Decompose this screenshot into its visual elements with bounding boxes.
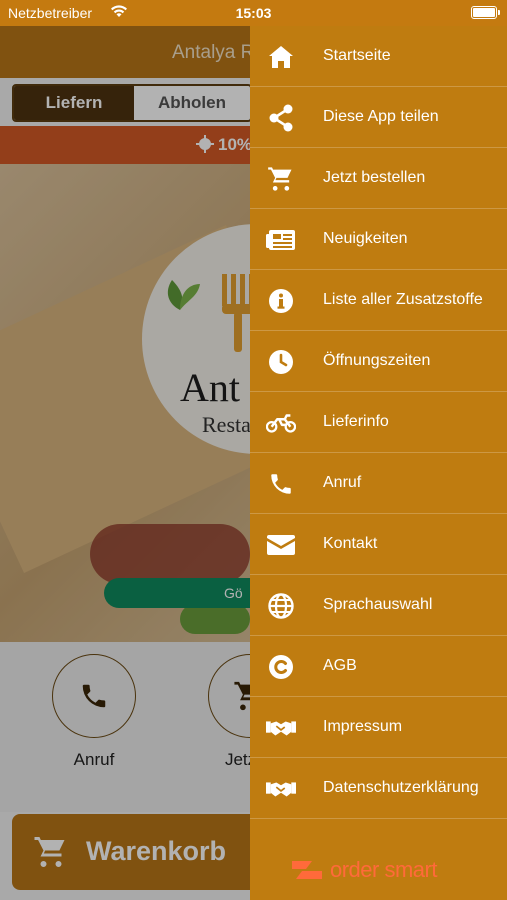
- order-smart-logo: order smart: [290, 854, 437, 886]
- info-icon: [266, 286, 296, 316]
- handshake-icon: [266, 774, 296, 804]
- order-smart-mark-icon: [292, 861, 322, 879]
- side-drawer: Startseite Diese App teilen Jetzt bestel…: [250, 26, 507, 900]
- menu-item-label: Datenschutzerklärung: [323, 779, 479, 796]
- menu-item-oeffnungszeiten[interactable]: Öffnungszeiten: [250, 331, 507, 392]
- clock-time: 15:03: [235, 5, 272, 21]
- menu-item-zusatzstoffe[interactable]: Liste aller Zusatzstoffe: [250, 270, 507, 331]
- globe-icon: [266, 591, 296, 621]
- menu-item-label: Sprachauswahl: [323, 596, 433, 613]
- brand-name: order smart: [330, 857, 437, 882]
- battery-icon: [471, 6, 500, 19]
- menu-item-datenschutz[interactable]: Datenschutzerklärung: [250, 758, 507, 819]
- menu-item-label: Liste aller Zusatzstoffe: [323, 291, 483, 308]
- menu-item-label: Startseite: [323, 47, 391, 64]
- share-icon: [266, 103, 296, 133]
- envelope-icon: [266, 530, 296, 560]
- menu-item-label: Impressum: [323, 718, 403, 735]
- cart-icon: [266, 164, 296, 194]
- menu-item-label: Neuigkeiten: [323, 230, 408, 247]
- menu-item-kontakt[interactable]: Kontakt: [250, 514, 507, 575]
- menu-item-neuigkeiten[interactable]: Neuigkeiten: [250, 209, 507, 270]
- menu-item-agb[interactable]: AGB: [250, 636, 507, 697]
- menu-item-lieferinfo[interactable]: Lieferinfo: [250, 392, 507, 453]
- menu-item-label: Lieferinfo: [323, 413, 389, 430]
- menu-item-label: Jetzt bestellen: [323, 169, 426, 186]
- phone-icon: [266, 469, 296, 499]
- menu-item-label: Kontakt: [323, 535, 378, 552]
- newspaper-icon: [266, 225, 296, 255]
- menu-item-label: Öffnungszeiten: [323, 352, 431, 369]
- menu-item-anruf[interactable]: Anruf: [250, 453, 507, 514]
- menu-item-bestellen[interactable]: Jetzt bestellen: [250, 148, 507, 209]
- menu-item-impressum[interactable]: Impressum: [250, 697, 507, 758]
- menu-item-label: Diese App teilen: [323, 108, 439, 125]
- menu-item-startseite[interactable]: Startseite: [250, 26, 507, 87]
- status-bar: Netzbetreiber 15:03: [0, 0, 507, 26]
- menu-item-label: AGB: [323, 657, 357, 674]
- menu-item-label: Anruf: [323, 474, 362, 491]
- menu-item-sprachauswahl[interactable]: Sprachauswahl: [250, 575, 507, 636]
- clock-icon: [266, 347, 296, 377]
- motorbike-icon: [266, 408, 296, 438]
- handshake-icon: [266, 713, 296, 743]
- home-icon: [266, 42, 296, 72]
- menu-item-teilen[interactable]: Diese App teilen: [250, 87, 507, 148]
- copyright-icon: [266, 652, 296, 682]
